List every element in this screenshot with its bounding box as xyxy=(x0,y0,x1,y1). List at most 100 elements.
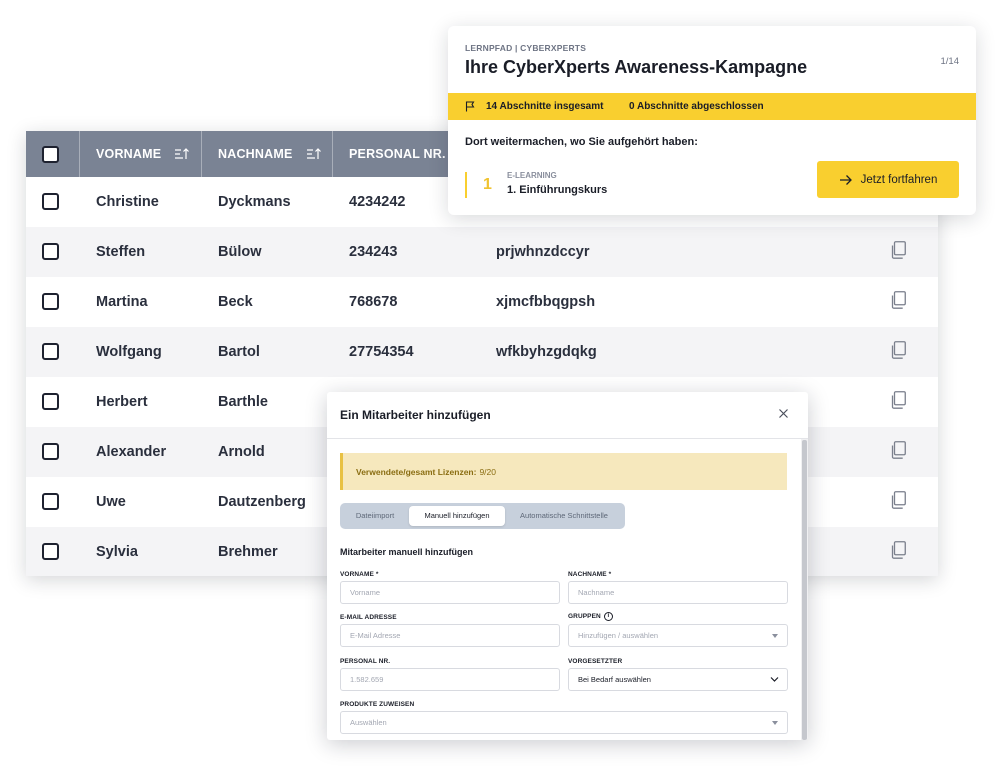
cell-code: wfkbyhzgdqkg xyxy=(496,344,597,360)
learning-path-title: Ihre CyberXperts Awareness-Kampagne xyxy=(465,57,808,77)
column-header-vorname[interactable]: VORNAME xyxy=(96,131,190,177)
cell-nachname: Brehmer xyxy=(218,544,278,560)
chevron-down-icon xyxy=(770,677,779,682)
cell-vorname: Wolfgang xyxy=(96,344,162,360)
email-field[interactable]: E-Mail Adresse xyxy=(340,624,560,647)
license-value: 9/20 xyxy=(479,466,496,477)
tab-manuell-hinzufuegen[interactable]: Manuell hinzufügen xyxy=(409,506,505,526)
cell-vorname: Christine xyxy=(96,194,159,210)
row-checkbox[interactable] xyxy=(42,193,59,210)
header-divider xyxy=(79,131,80,177)
row-checkbox[interactable] xyxy=(42,293,59,310)
column-header-label: VORNAME xyxy=(96,147,162,161)
tab-automatische-schnittstelle[interactable]: Automatische Schnittstelle xyxy=(508,506,620,526)
cell-code: xjmcfbbqgpsh xyxy=(496,294,596,310)
import-mode-tabs: Dateiimport Manuell hinzufügen Automatis… xyxy=(340,503,625,529)
caret-down-icon xyxy=(772,634,778,638)
modal-scrollbar-thumb[interactable] xyxy=(802,440,807,740)
header-divider xyxy=(201,131,202,177)
cell-nachname: Bartol xyxy=(218,344,260,360)
row-checkbox[interactable] xyxy=(42,543,59,560)
resume-heading: Dort weitermachen, wo Sie aufgehört habe… xyxy=(465,136,698,148)
table-row[interactable]: Martina Beck 768678 xjmcfbbqgpsh xyxy=(26,277,938,327)
cell-vorname: Uwe xyxy=(96,494,126,510)
produkte-placeholder: Auswählen xyxy=(350,718,387,727)
cell-nachname: Beck xyxy=(218,294,253,310)
step-type: E-LEARNING xyxy=(507,171,557,180)
copy-icon[interactable] xyxy=(890,541,906,559)
sort-icon[interactable] xyxy=(306,148,321,160)
copy-icon[interactable] xyxy=(890,441,906,459)
continue-button[interactable]: Jetzt fortfahren xyxy=(817,161,959,198)
learning-path-card: LERNPFAD | CYBERXPERTS Ihre CyberXperts … xyxy=(448,26,976,215)
select-all-checkbox[interactable] xyxy=(42,146,59,163)
step-title: 1. Einführungskurs xyxy=(507,184,608,196)
copy-icon[interactable] xyxy=(890,391,906,409)
add-employee-modal: Ein Mitarbeiter hinzufügen Verwendete/ge… xyxy=(327,392,808,740)
row-checkbox[interactable] xyxy=(42,443,59,460)
copy-icon[interactable] xyxy=(890,291,906,309)
row-checkbox[interactable] xyxy=(42,243,59,260)
vorname-input[interactable]: Vorname xyxy=(340,581,560,604)
cell-nachname: Bülow xyxy=(218,244,262,260)
vorgesetzter-label: VORGESETZTER xyxy=(568,658,623,665)
arrow-right-icon xyxy=(839,174,852,185)
vorgesetzter-value: Bei Bedarf auswählen xyxy=(578,675,651,684)
row-checkbox[interactable] xyxy=(42,343,59,360)
close-icon[interactable] xyxy=(778,408,789,419)
cell-code: prjwhnzdccyr xyxy=(496,244,590,260)
section-title: Mitarbeiter manuell hinzufügen xyxy=(340,547,474,557)
gruppen-placeholder: Hinzufügen / auswählen xyxy=(578,631,659,640)
copy-icon[interactable] xyxy=(890,491,906,509)
continue-button-label: Jetzt fortfahren xyxy=(860,173,938,186)
learning-path-eyebrow: LERNPFAD | CYBERXPERTS xyxy=(465,43,587,53)
sections-total: 14 Abschnitte insgesamt xyxy=(486,101,604,112)
cell-vorname: Sylvia xyxy=(96,544,138,560)
sort-icon[interactable] xyxy=(175,148,190,160)
gruppen-label-wrap: GRUPPEN i xyxy=(568,612,613,621)
cell-nachname: Dyckmans xyxy=(218,194,291,210)
nachname-label: NACHNAME * xyxy=(568,571,612,578)
column-header-personal-nr[interactable]: PERSONAL NR. xyxy=(349,131,446,177)
license-notice: Verwendete/gesamt Lizenzen: 9/20 xyxy=(340,453,787,490)
tab-dateiimport[interactable]: Dateiimport xyxy=(344,506,406,526)
cell-vorname: Steffen xyxy=(96,244,146,260)
row-checkbox[interactable] xyxy=(42,393,59,410)
nachname-input[interactable]: Nachname xyxy=(568,581,788,604)
column-header-label: PERSONAL NR. xyxy=(349,147,446,161)
vorname-label: VORNAME * xyxy=(340,571,379,578)
cell-nachname: Arnold xyxy=(218,444,265,460)
sections-done: 0 Abschnitte abgeschlossen xyxy=(629,101,764,112)
gruppen-label: GRUPPEN xyxy=(568,613,601,621)
caret-down-icon xyxy=(772,721,778,725)
gruppen-select[interactable]: Hinzufügen / auswählen xyxy=(568,624,788,647)
personal-nr-input[interactable]: 1.582.659 xyxy=(340,668,560,691)
row-checkbox[interactable] xyxy=(42,493,59,510)
cell-vorname: Martina xyxy=(96,294,148,310)
produkte-select[interactable]: Auswählen xyxy=(340,711,788,734)
modal-divider xyxy=(327,438,808,439)
cell-vorname: Herbert xyxy=(96,394,148,410)
cell-personal-nr: 4234242 xyxy=(349,194,406,210)
step-number: 1 xyxy=(483,176,492,193)
cell-nachname: Barthle xyxy=(218,394,268,410)
progress-count: 1/14 xyxy=(940,56,960,67)
cell-personal-nr: 234243 xyxy=(349,244,398,260)
personal-nr-label: PERSONAL NR. xyxy=(340,658,391,665)
cell-personal-nr: 27754354 xyxy=(349,344,414,360)
cell-personal-nr: 768678 xyxy=(349,294,398,310)
email-label: E-MAIL ADRESSE xyxy=(340,614,397,621)
cell-vorname: Alexander xyxy=(96,444,167,460)
table-row[interactable]: Wolfgang Bartol 27754354 wfkbyhzgdqkg xyxy=(26,327,938,377)
cell-nachname: Dautzenberg xyxy=(218,494,306,510)
table-row[interactable]: Steffen Bülow 234243 prjwhnzdccyr xyxy=(26,227,938,277)
vorgesetzter-select[interactable]: Bei Bedarf auswählen xyxy=(568,668,788,691)
copy-icon[interactable] xyxy=(890,341,906,359)
modal-title: Ein Mitarbeiter hinzufügen xyxy=(340,408,491,422)
column-header-nachname[interactable]: NACHNAME xyxy=(218,131,321,177)
copy-icon[interactable] xyxy=(890,241,906,259)
produkte-label: PRODUKTE ZUWEISEN xyxy=(340,701,415,708)
info-icon[interactable]: i xyxy=(603,612,613,621)
column-header-label: NACHNAME xyxy=(218,147,293,161)
step-marker xyxy=(465,172,467,198)
